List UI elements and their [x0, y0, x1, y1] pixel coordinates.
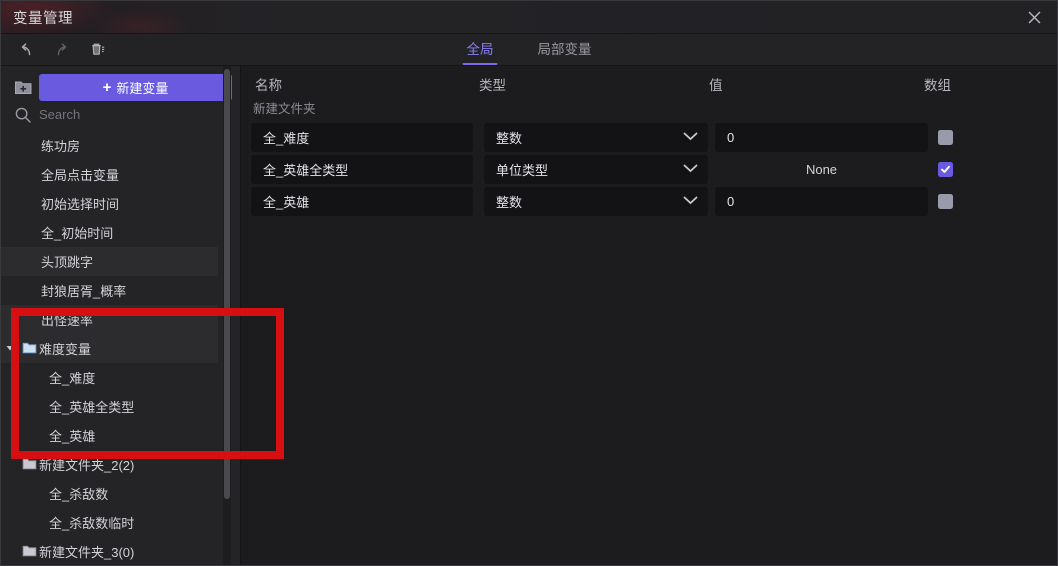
array-checkbox[interactable] — [938, 129, 953, 145]
tree-item-variable[interactable]: 全_杀敌数临时 — [1, 508, 218, 537]
variable-type-dropdown[interactable]: 整数 — [484, 186, 708, 216]
variable-tree[interactable]: 练功房全局点击变量 初始选择时间 全_初始时间 头顶跳字封狼居胥_概率 出怪速率难度变量… — [1, 131, 240, 565]
variable-name-field[interactable]: 全_难度 — [251, 122, 473, 152]
array-checkbox-cell — [938, 129, 992, 145]
sidebar-scrollbar-thumb[interactable] — [224, 69, 230, 499]
tree-item-label: 出怪速率 — [41, 312, 94, 328]
tree-item-label: 全_杀敌数临时 — [49, 515, 135, 531]
column-header-name: 名称 — [255, 78, 282, 93]
toolbar: 全局 局部变量 — [1, 34, 1057, 66]
tree-item-variable[interactable]: 全_英雄 — [1, 421, 218, 450]
variable-value-field[interactable]: 0 — [715, 122, 928, 152]
array-checkbox[interactable] — [938, 193, 953, 209]
table-header: 名称 类型 值 数组 — [241, 66, 1057, 98]
tree-item-variable[interactable]: 全_英雄全类型 — [1, 392, 218, 421]
table-body: 全_难度 整数 0 全_英雄全类型 单位类型 None 全_英雄 整数 0 — [241, 121, 1057, 217]
column-header-array: 数组 — [924, 78, 951, 93]
tree-item-label: 全_英雄全类型 — [49, 399, 135, 415]
tree-item-label: 头顶跳字 — [41, 254, 94, 270]
variable-manager-window: 变量管理 全局 局部变量 + 新建变量 Search 练功房 全局点击变量 初始… — [0, 0, 1058, 566]
variable-value-readonly: None — [805, 161, 838, 177]
window-title: 变量管理 — [13, 10, 73, 27]
new-variable-label: 新建变量 — [116, 81, 169, 96]
variable-type-dropdown[interactable]: 单位类型 — [484, 154, 708, 184]
sidebar: + 新建变量 练功房全局点击变量初始选择时间全_初始时间头顶跳字封狼居胥_概率出… — [1, 66, 241, 565]
tree-item-label: 封狼居胥_概率 — [41, 283, 127, 299]
tree-item-label: 练功房 — [41, 138, 81, 154]
tree-item-label: 新建文件夹_3(0) — [39, 544, 135, 560]
tree-item-label: 全_杀敌数 — [49, 486, 109, 502]
content-area: + 新建变量 练功房全局点击变量初始选择时间全_初始时间头顶跳字封狼居胥_概率出… — [1, 66, 1057, 565]
variable-value-field[interactable]: 0 — [715, 186, 928, 216]
tree-item-label: 全_难度 — [49, 370, 96, 386]
folder-icon — [19, 341, 39, 355]
tree-item-label: 难度变量 — [39, 341, 92, 357]
sidebar-scrollbar-track[interactable] — [223, 66, 231, 565]
check-icon — [941, 165, 950, 173]
array-checkbox-cell — [938, 193, 992, 209]
close-glyph — [1028, 11, 1040, 24]
tree-item-label: 全_英雄 — [49, 428, 96, 444]
sidebar-header: + 新建变量 — [1, 66, 240, 101]
tree-item-variable[interactable]: 封狼居胥_概率 — [1, 276, 218, 305]
column-header-type: 类型 — [479, 78, 506, 93]
array-checkbox[interactable] — [938, 161, 953, 177]
chevron-down-icon — [683, 163, 698, 176]
trash-icon[interactable] — [89, 41, 107, 59]
title-bar: 变量管理 — [1, 1, 1057, 34]
table-row: 全_英雄 整数 0 — [251, 185, 1057, 217]
tree-item-folder[interactable]: 难度变量 — [1, 333, 218, 363]
tree-item-variable[interactable]: 全_难度 — [1, 363, 218, 392]
tab-bar: 全局 局部变量 — [462, 33, 596, 65]
tree-item-variable[interactable]: 初始选择时间 — [1, 189, 218, 218]
tab-global[interactable]: 全局 — [462, 38, 498, 65]
variable-type-label: 单位类型 — [496, 162, 549, 178]
tree-item-label: 全_初始时间 — [41, 225, 114, 241]
tree-item-variable[interactable]: 练功房 — [1, 131, 218, 160]
variable-type-label: 整数 — [496, 194, 523, 210]
variable-type-dropdown[interactable]: 整数 — [484, 122, 708, 152]
tree-item-label: 全局点击变量 — [41, 167, 120, 183]
close-icon[interactable] — [1011, 1, 1057, 34]
variable-name-field[interactable]: 全_英雄 — [251, 186, 473, 216]
group-label: 新建文件夹 — [253, 102, 316, 116]
tree-item-label: 新建文件夹_2(2) — [39, 457, 135, 473]
folder-icon — [19, 457, 39, 471]
column-header-value: 值 — [709, 78, 723, 93]
chevron-down-icon — [683, 195, 698, 208]
folder-icon — [19, 544, 39, 558]
variable-table-panel: 名称 类型 值 数组 新建文件夹 全_难度 整数 0 全_英雄全类型 单位类型 None 全… — [241, 66, 1057, 565]
tree-item-variable[interactable]: 全局点击变量 — [1, 160, 218, 189]
tree-item-variable[interactable]: 头顶跳字 — [1, 246, 218, 276]
variable-type-label: 整数 — [496, 130, 523, 146]
array-checkbox-cell — [938, 161, 992, 177]
tree-item-variable[interactable]: 出怪速率 — [1, 304, 218, 334]
new-folder-icon[interactable] — [9, 74, 37, 100]
chevron-down-icon[interactable] — [1, 343, 19, 353]
search-icon[interactable] — [9, 106, 37, 124]
undo-icon[interactable] — [17, 41, 35, 59]
tree-item-folder[interactable]: 新建文件夹_3(0) — [1, 537, 218, 565]
search-input[interactable] — [39, 107, 232, 123]
tree-item-folder[interactable]: 新建文件夹_2(2) — [1, 450, 218, 479]
variable-name-field[interactable]: 全_英雄全类型 — [251, 154, 473, 184]
tree-item-variable[interactable]: 全_杀敌数 — [1, 479, 218, 508]
tab-local-variables[interactable]: 局部变量 — [534, 38, 596, 65]
tree-item-label: 初始选择时间 — [41, 196, 120, 212]
chevron-down-icon — [683, 131, 698, 144]
new-variable-button[interactable]: + 新建变量 — [39, 74, 232, 101]
redo-icon[interactable] — [53, 41, 71, 59]
tree-item-variable[interactable]: 全_初始时间 — [1, 218, 218, 247]
search-row — [1, 101, 240, 131]
table-row: 全_难度 整数 0 — [251, 121, 1057, 153]
table-row: 全_英雄全类型 单位类型 None — [251, 153, 1057, 185]
toolbar-icon-group — [1, 41, 107, 59]
plus-icon: + — [102, 79, 112, 96]
